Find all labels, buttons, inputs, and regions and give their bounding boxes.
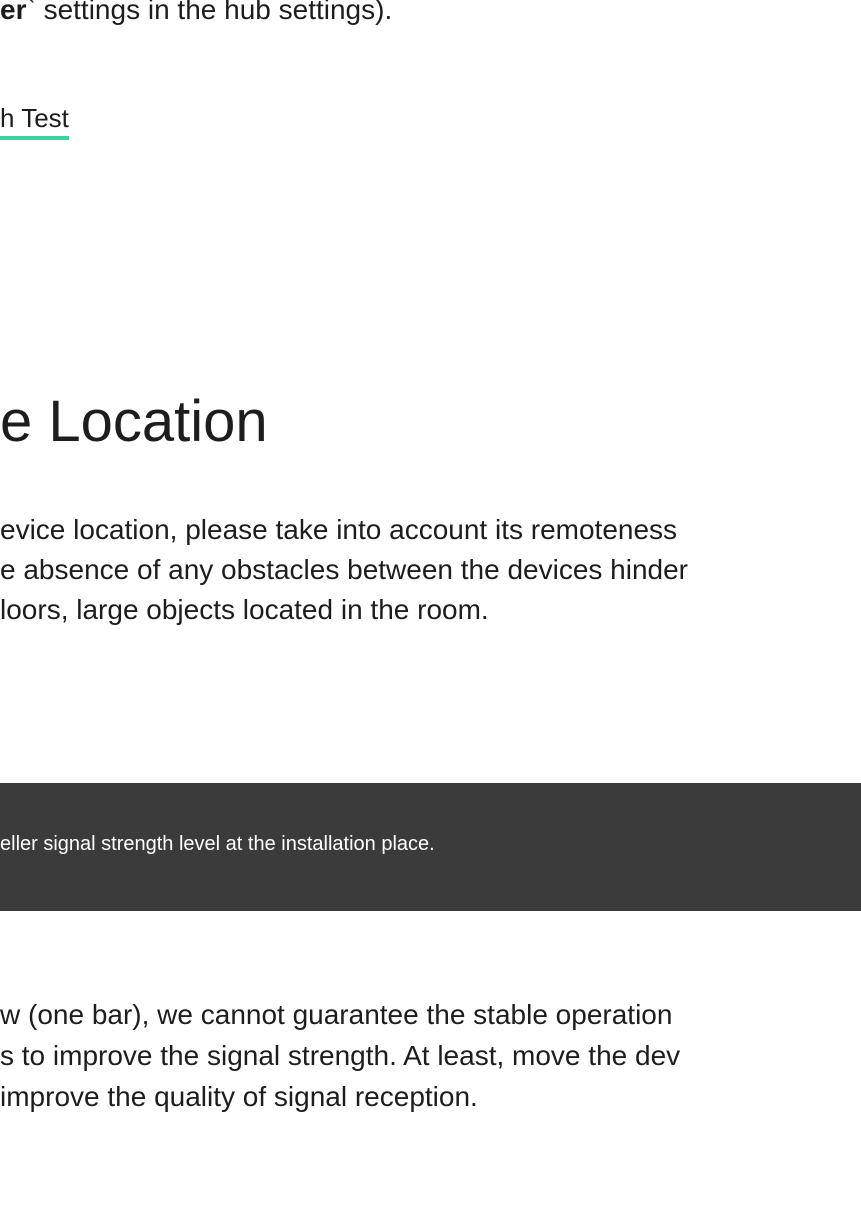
paragraph-line: loors, large objects located in the room… xyxy=(0,594,489,625)
article-page: er` settings in the hub settings). h Tes… xyxy=(0,0,861,1227)
followup-line: w (one bar), we cannot guarantee the sta… xyxy=(0,999,673,1030)
followup-line: improve the quality of signal reception. xyxy=(0,1081,478,1112)
paragraph-line: evice location, please take into account… xyxy=(0,514,678,545)
followup-line: s to improve the signal strength. At lea… xyxy=(0,1040,681,1071)
jeweller-test-link[interactable]: h Test xyxy=(0,101,69,140)
intro-line: er` settings in the hub settings). xyxy=(0,0,392,28)
section-title: e Location xyxy=(0,389,268,454)
intro-bold-fragment: er xyxy=(0,0,27,25)
intro-rest: ` settings in the hub settings). xyxy=(26,0,393,25)
paragraph-line: e absence of any obstacles between the d… xyxy=(0,554,689,585)
note-box: eller signal strength level at the insta… xyxy=(0,783,861,911)
note-text: eller signal strength level at the insta… xyxy=(0,833,435,855)
